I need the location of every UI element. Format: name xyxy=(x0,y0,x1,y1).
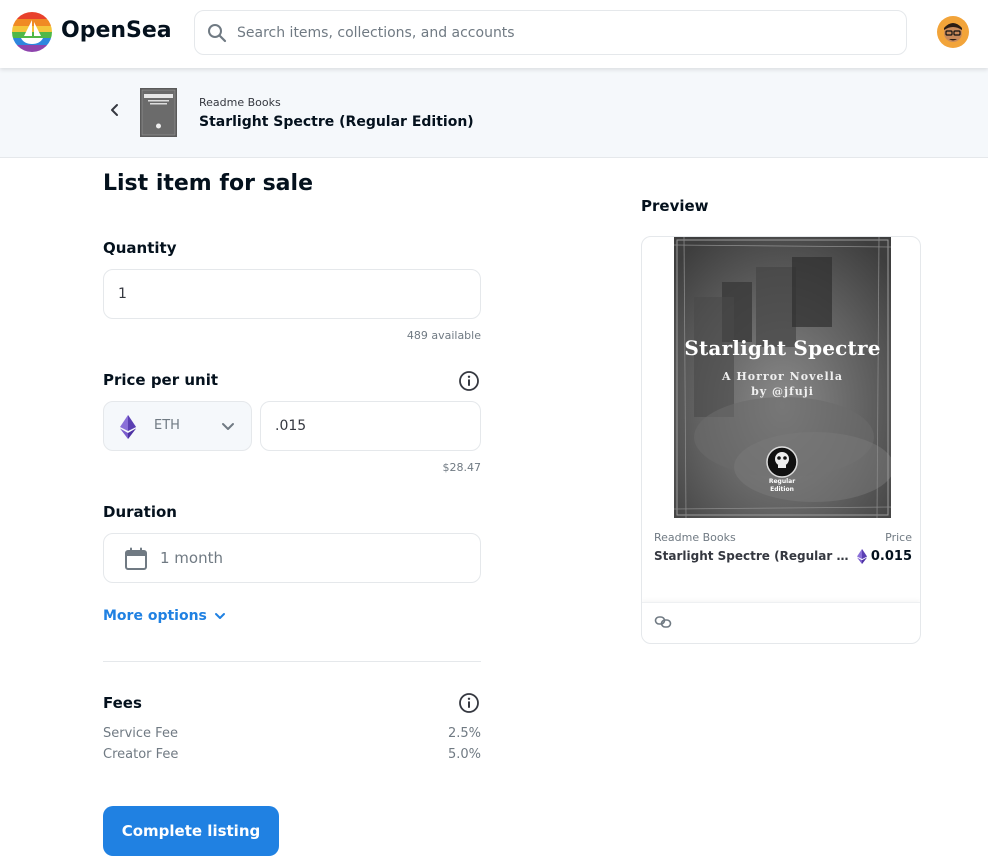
quantity-input[interactable] xyxy=(104,270,480,318)
quantity-field[interactable] xyxy=(103,269,481,319)
fee-name: Service Fee xyxy=(103,726,178,741)
card-price-label: Price xyxy=(885,531,912,544)
preview-title: Preview xyxy=(641,197,709,215)
preview-card[interactable]: Starlight Spectre A Horror Novella by @j… xyxy=(641,236,921,644)
artwork-subtitle: A Horror Novella xyxy=(722,370,843,383)
card-item-name: Starlight Spectre (Regular Edition) xyxy=(654,549,854,563)
ethereum-icon xyxy=(856,549,867,564)
quantity-label: Quantity xyxy=(103,239,177,257)
more-options-label: More options xyxy=(103,608,207,624)
price-label: Price per unit xyxy=(103,371,219,389)
item-name[interactable]: Starlight Spectre (Regular Edition) xyxy=(199,114,474,130)
page-title: List item for sale xyxy=(103,171,313,196)
more-options-toggle[interactable]: More options xyxy=(103,608,227,624)
creator-fee-row: Creator Fee 5.0% xyxy=(103,747,481,762)
fee-value: 5.0% xyxy=(447,747,481,762)
artwork-edition: Regular Edition xyxy=(762,478,802,494)
card-footer xyxy=(642,602,920,643)
currency-select[interactable]: ETH xyxy=(103,401,252,451)
artwork-byline: by @jfuji xyxy=(751,385,814,398)
fees-label: Fees xyxy=(103,694,142,712)
info-icon[interactable] xyxy=(458,370,480,392)
opensea-logo[interactable] xyxy=(12,12,52,52)
chevron-down-icon xyxy=(222,423,234,430)
duration-value: 1 month xyxy=(160,549,223,567)
chevron-down-icon xyxy=(214,613,225,619)
item-thumbnail[interactable] xyxy=(140,88,177,137)
price-usd-value: $28.47 xyxy=(442,461,482,474)
artwork-title: Starlight Spectre xyxy=(684,336,881,360)
item-breadcrumb-bar: Readme Books Starlight Spectre (Regular … xyxy=(0,68,988,158)
section-divider xyxy=(103,661,481,662)
avatar[interactable] xyxy=(937,16,969,48)
duration-select[interactable]: 1 month xyxy=(103,533,481,583)
search-icon xyxy=(208,24,227,43)
edition-line: Regular xyxy=(768,478,796,485)
card-price: 0.015 xyxy=(856,549,912,564)
ethereum-icon xyxy=(120,415,136,439)
currency-label: ETH xyxy=(154,418,180,433)
edition-line: Edition xyxy=(770,486,794,493)
fee-value: 2.5% xyxy=(447,726,481,741)
card-collection-name: Readme Books xyxy=(654,531,736,544)
collection-name[interactable]: Readme Books xyxy=(199,96,281,109)
complete-listing-button[interactable]: Complete listing xyxy=(103,806,279,856)
search-bar[interactable] xyxy=(194,10,907,55)
price-input[interactable] xyxy=(261,402,480,450)
search-input[interactable] xyxy=(237,11,887,54)
info-icon[interactable] xyxy=(458,692,480,714)
duration-label: Duration xyxy=(103,503,177,521)
price-field[interactable] xyxy=(260,401,481,451)
calendar-icon xyxy=(125,547,147,570)
available-count: 489 available xyxy=(406,329,481,342)
back-button[interactable] xyxy=(104,99,126,121)
top-navigation-bar: OpenSea xyxy=(0,0,988,68)
chevron-left-icon xyxy=(111,104,118,116)
fee-name: Creator Fee xyxy=(103,747,179,762)
card-price-value: 0.015 xyxy=(870,549,912,564)
link-icon[interactable] xyxy=(654,613,672,631)
service-fee-row: Service Fee 2.5% xyxy=(103,726,481,741)
item-artwork: Starlight Spectre A Horror Novella by @j… xyxy=(674,237,891,518)
brand-name[interactable]: OpenSea xyxy=(61,18,172,43)
